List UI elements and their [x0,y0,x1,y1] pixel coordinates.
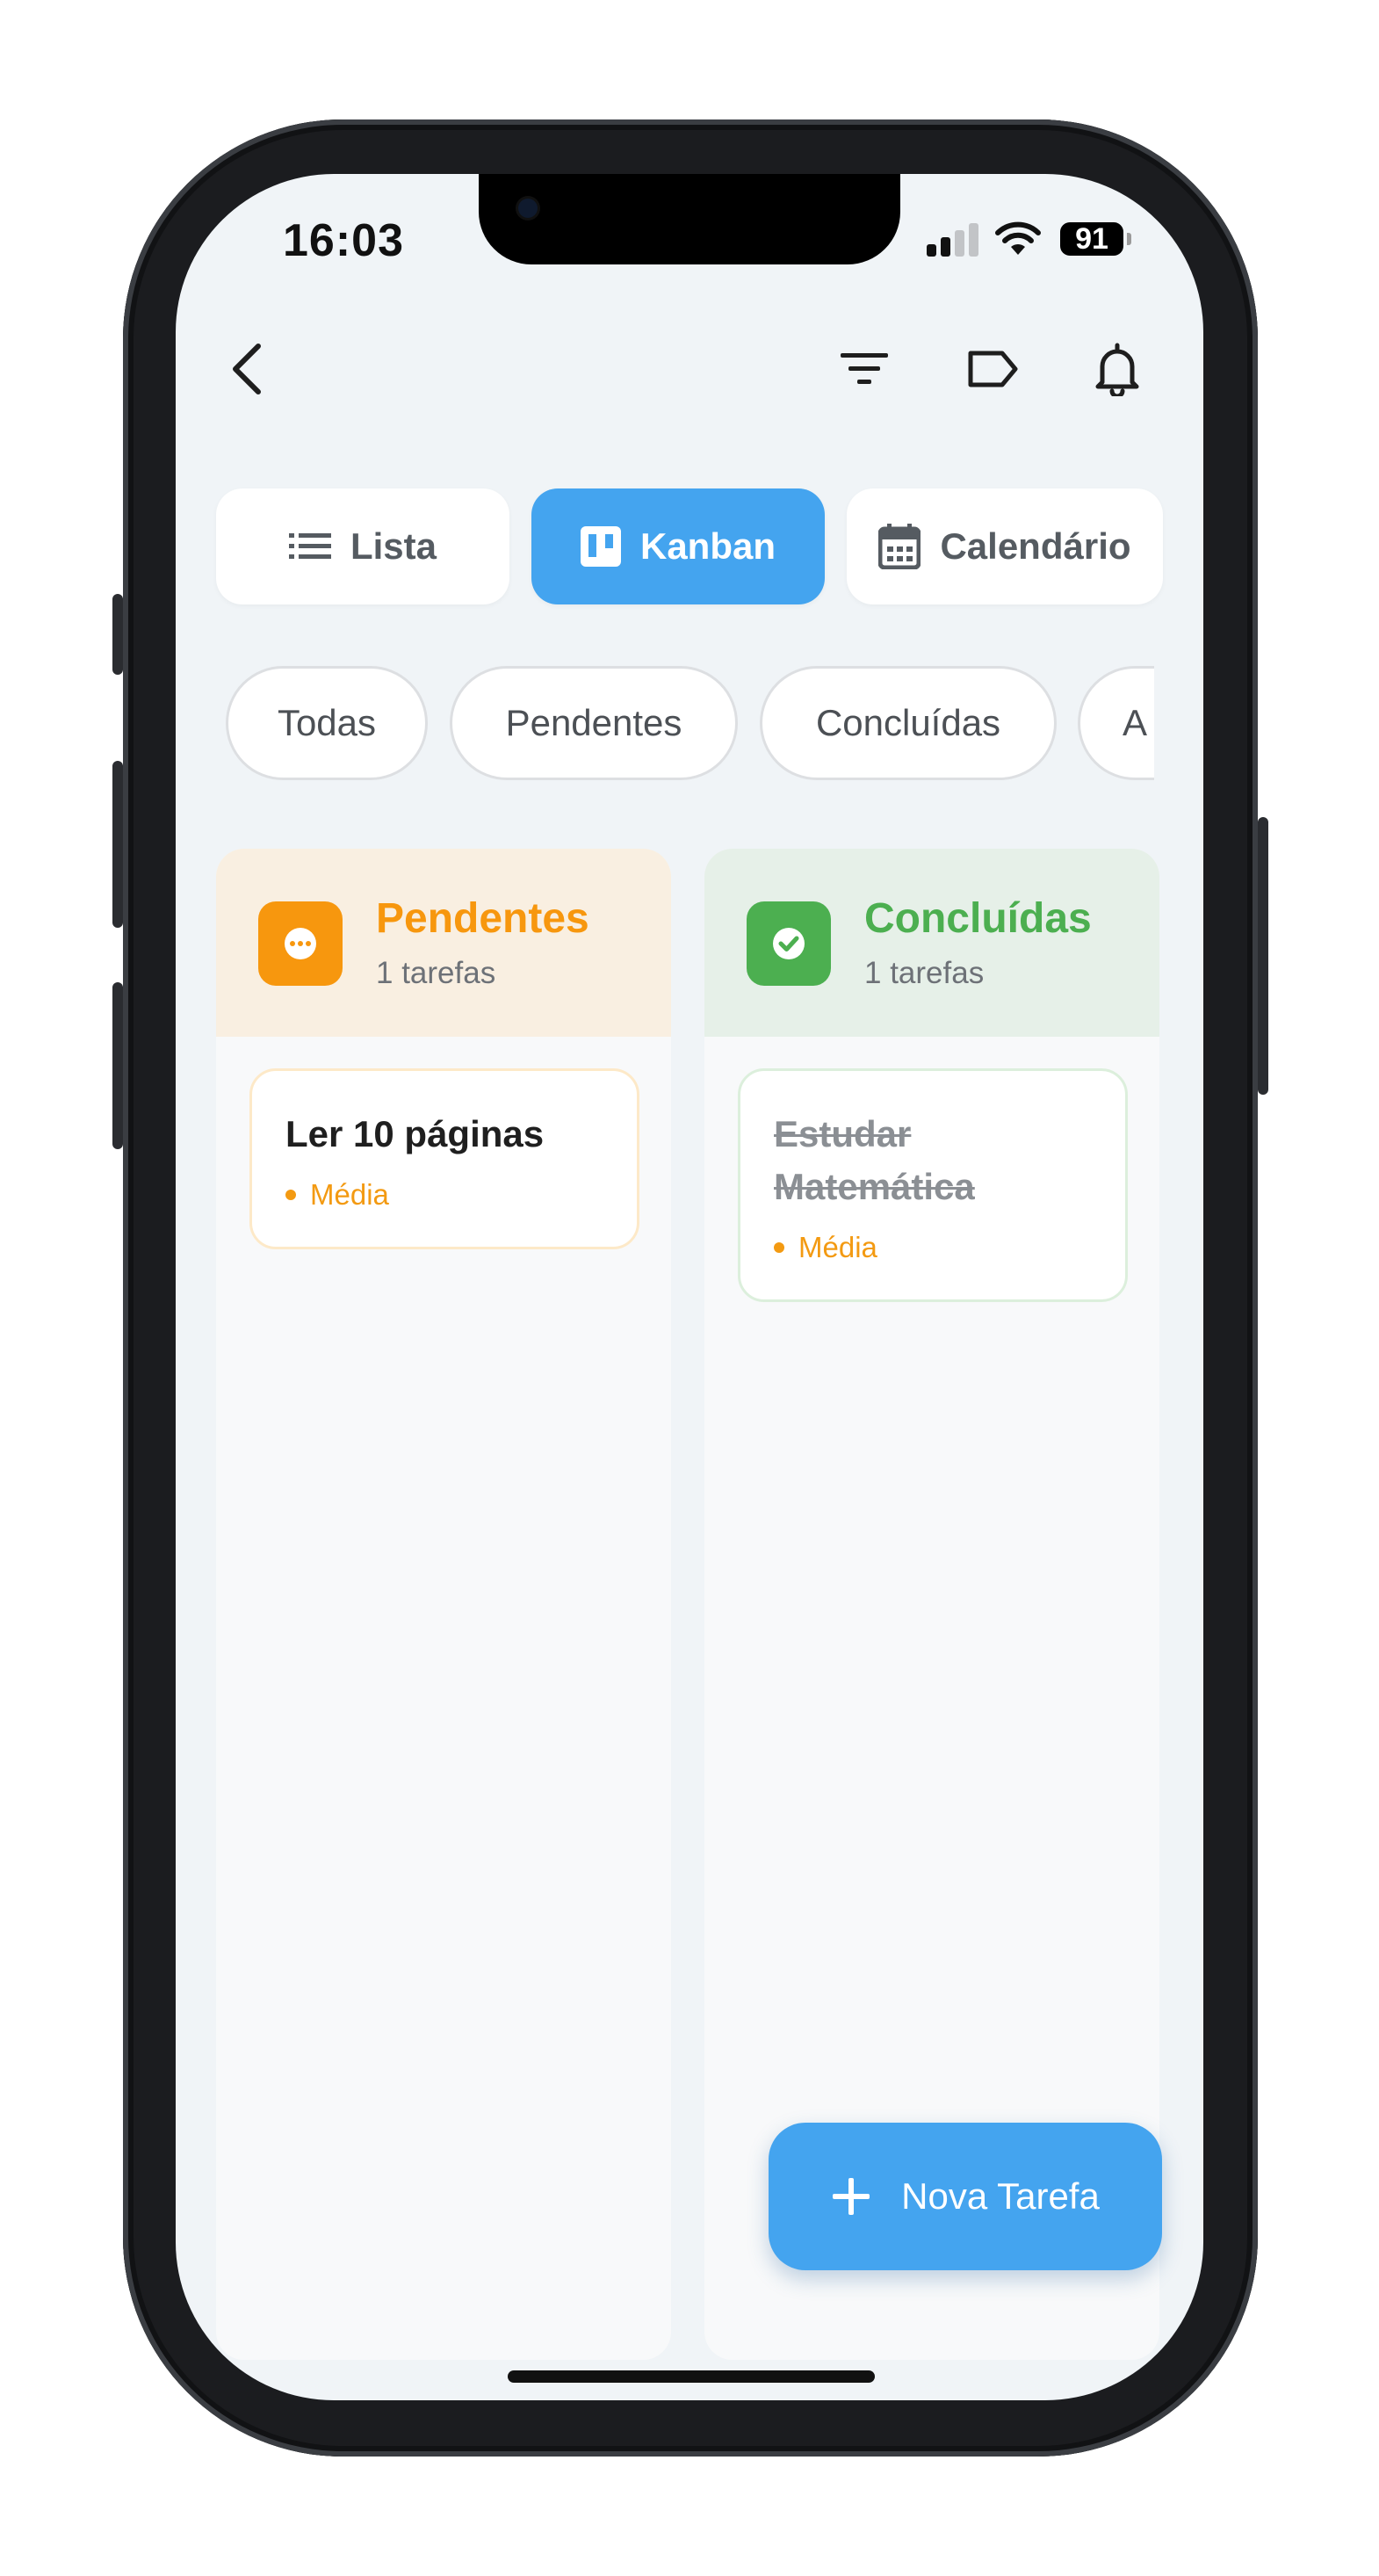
tab-calendario-label: Calendário [940,525,1131,567]
new-task-label: Nova Tarefa [901,2175,1100,2217]
signal-icon [927,221,979,257]
status-time: 16:03 [283,215,404,266]
filter-icon [841,353,888,384]
tab-lista[interactable]: Lista [216,488,509,604]
column-title: Concluídas [864,895,1092,942]
calendar-icon [878,524,921,569]
chip-todas[interactable]: Todas [226,666,428,780]
side-button-left [112,761,123,928]
notch [479,174,900,264]
task-card[interactable]: Estudar Matemática Média [738,1068,1128,1302]
task-title: Ler 10 páginas [285,1113,545,1154]
column-title: Pendentes [376,895,589,942]
app-screen: 16:03 91 Lista Kanban Calendário Todas P… [176,174,1203,2400]
priority-label: Média [798,1231,877,1263]
chip-more-label: A [1123,702,1148,743]
priority-dot [285,1190,296,1200]
home-indicator[interactable] [508,2370,875,2383]
kanban-column-pendentes: Pendentes 1 tarefas Ler 10 páginas Média [216,849,671,2360]
bell-icon [1095,343,1139,396]
side-button-left [112,594,123,675]
priority-badge: Média [285,1178,603,1212]
column-header: Concluídas 1 tarefas [704,849,1159,1037]
priority-label: Média [310,1178,389,1211]
check-circle-icon [747,901,831,986]
notifications-button[interactable] [1082,334,1152,404]
side-button-left [112,982,123,1149]
tab-calendario[interactable]: Calendário [847,488,1163,604]
chip-concluidas[interactable]: Concluídas [760,666,1057,780]
column-count: 1 tarefas [376,956,496,990]
priority-badge: Média [774,1231,1020,1264]
column-header: Pendentes 1 tarefas [216,849,671,1037]
kanban-icon [580,526,621,567]
camera-icon [518,199,538,218]
tab-lista-label: Lista [350,525,437,567]
more-horizontal-icon [258,901,343,986]
chip-more[interactable]: A [1078,666,1154,780]
filter-button[interactable] [829,334,899,404]
side-button-right [1258,817,1268,1095]
wifi-icon [995,221,1041,255]
chip-pendentes[interactable]: Pendentes [450,666,738,780]
filter-chips: Todas Pendentes Concluídas A [214,666,1154,784]
tab-kanban[interactable]: Kanban [531,488,825,604]
tab-kanban-label: Kanban [639,525,776,567]
priority-dot [774,1242,784,1253]
task-title: Estudar Matemática [774,1113,975,1207]
list-icon [288,533,331,559]
label-button[interactable] [957,334,1028,404]
new-task-button[interactable]: Nova Tarefa [769,2123,1162,2270]
label-icon [968,351,1018,387]
plus-icon [833,2178,870,2215]
back-button[interactable] [213,334,283,404]
battery-icon: 91 [1060,222,1123,256]
battery-cap [1127,233,1131,245]
column-count: 1 tarefas [864,956,985,990]
chevron-left-icon [233,344,261,394]
task-card[interactable]: Ler 10 páginas Média [249,1068,639,1249]
